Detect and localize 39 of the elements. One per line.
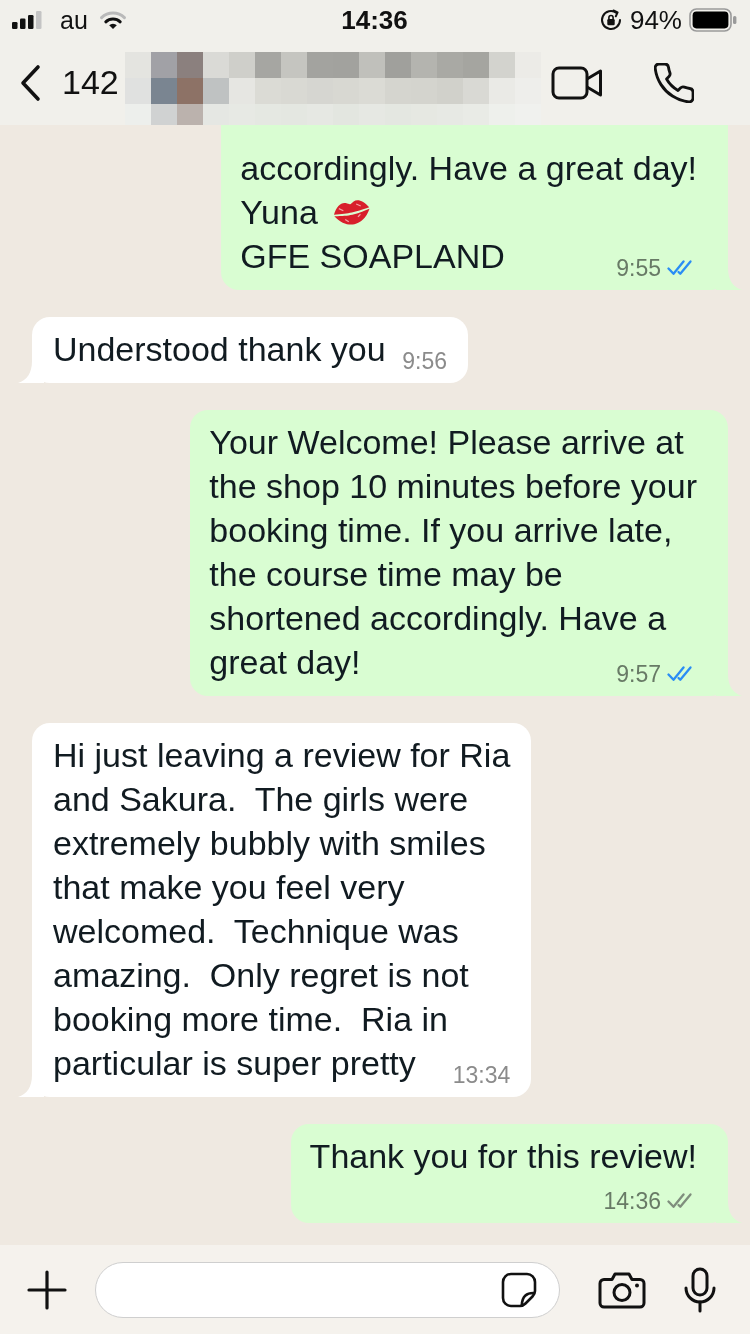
message-text: particular is super pretty	[53, 1044, 416, 1082]
sticker-icon[interactable]	[501, 1271, 537, 1308]
message-text: welcomed. Technique was	[53, 912, 459, 950]
message-text: Yuna	[240, 193, 318, 231]
message-text: Your Welcome! Please arrive at	[209, 423, 684, 461]
message-text: the course time may be	[209, 555, 563, 593]
message-text: Hi just leaving a review for Ria	[53, 736, 511, 774]
status-time: 14:36	[341, 4, 408, 36]
microphone-icon[interactable]	[683, 1266, 717, 1313]
message-time: 9:57	[616, 660, 661, 688]
message-text: Understood thank you	[53, 330, 386, 368]
wifi-icon	[99, 10, 126, 30]
signal-icon	[12, 11, 42, 29]
message-text: Thank you for this review!	[309, 1137, 697, 1175]
phone-icon[interactable]	[654, 62, 694, 103]
message-text: and Sakura. The girls were	[53, 780, 469, 818]
contact-name[interactable]: 142	[62, 63, 119, 102]
message-text: booking time. If you arrive late,	[209, 511, 673, 549]
message-text: amazing. Only regret is not	[53, 956, 469, 994]
message-text: booking more time. Ria in	[53, 1000, 448, 1038]
message-text: accordingly. Have a great day!	[240, 149, 697, 187]
orientation-lock-icon	[598, 8, 623, 32]
message-text: extremely bubbly with smiles	[53, 824, 486, 862]
message-time: 13:34	[452, 1061, 511, 1089]
battery-icon	[689, 8, 737, 32]
message-time: 9:56	[402, 347, 447, 375]
camera-icon[interactable]	[598, 1270, 646, 1309]
message-text: great day!	[209, 643, 361, 681]
message-time: 9:55	[616, 254, 661, 282]
message-text: the shop 10 minutes before your	[209, 467, 697, 505]
video-call-icon[interactable]	[551, 64, 603, 101]
plus-icon[interactable]	[27, 1269, 67, 1310]
message-text: that make you feel very	[53, 868, 405, 906]
back-icon[interactable]	[18, 63, 42, 102]
message-text: GFE SOAPLAND	[240, 237, 505, 275]
message-time: 14:36	[603, 1187, 661, 1215]
carrier-name: au	[60, 5, 88, 35]
battery-percent: 94%	[629, 4, 682, 36]
message-text: shortened accordingly. Have a	[209, 599, 667, 637]
